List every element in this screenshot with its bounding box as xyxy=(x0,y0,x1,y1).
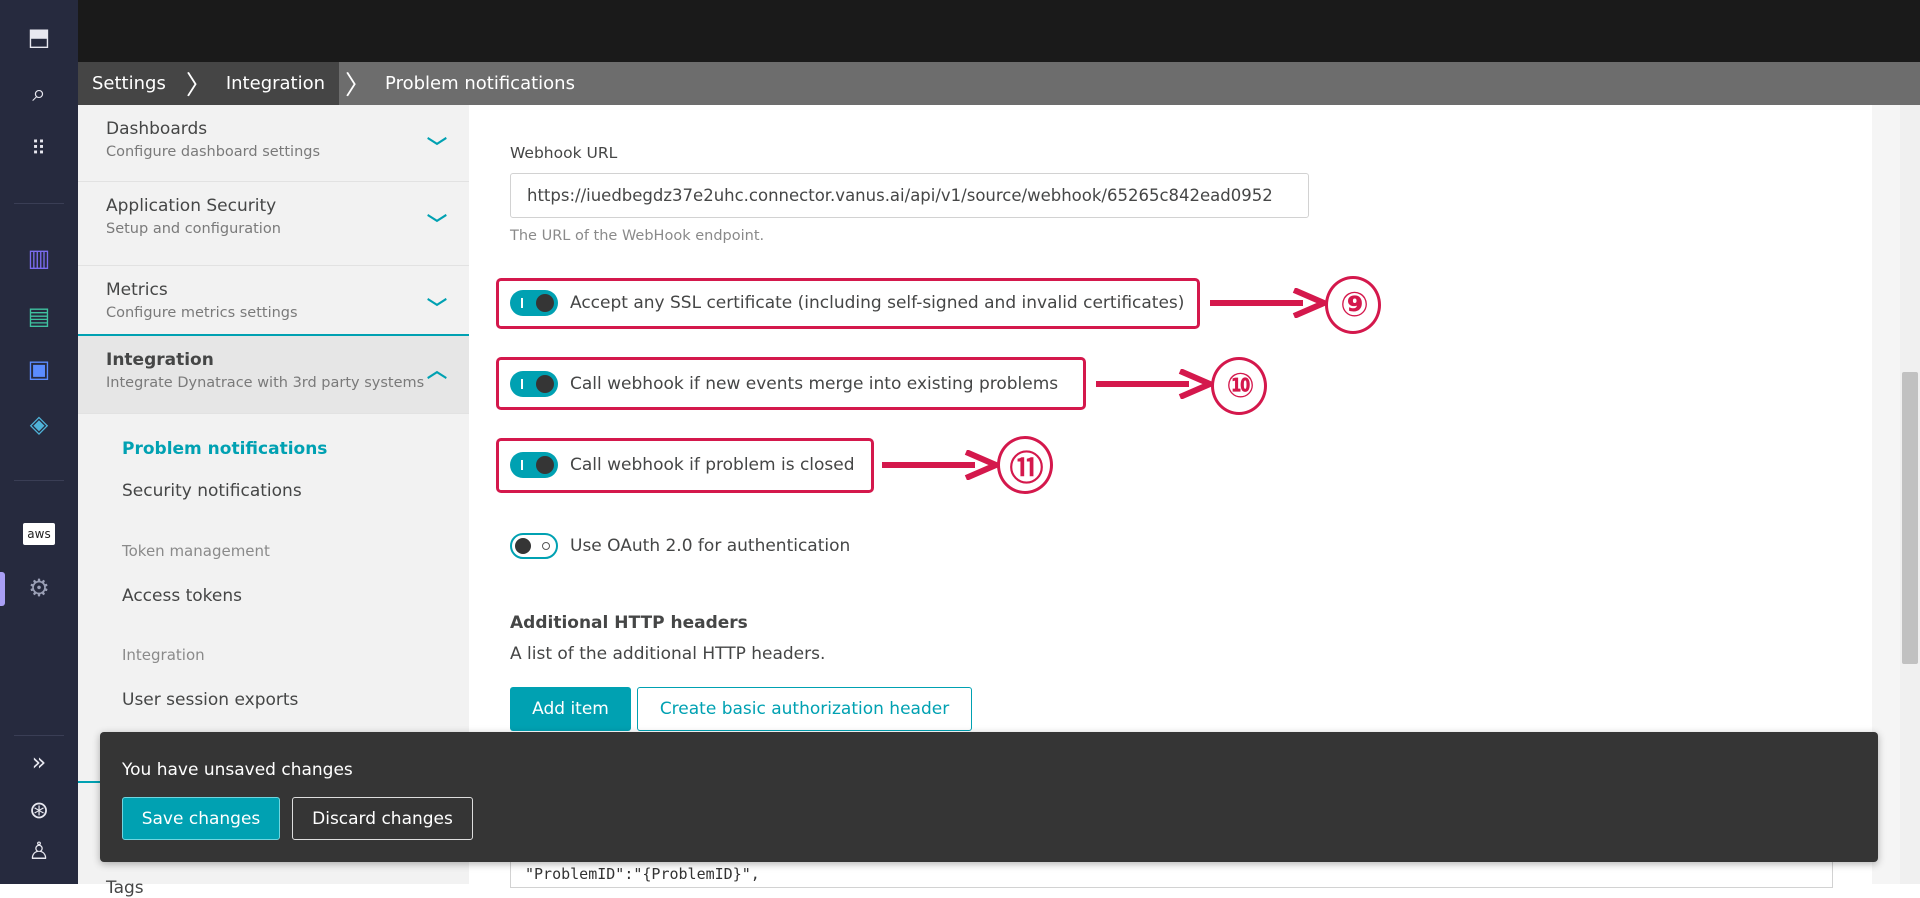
active-indicator xyxy=(0,572,5,606)
sidebar-group-integration: Integration xyxy=(122,646,205,664)
sidebar-section-dashboards[interactable]: Dashboards Configure dashboard settings ﹀ xyxy=(78,105,469,182)
code-line: "ProblemID":"{ProblemID}", xyxy=(525,865,760,883)
app-rail: ⬒ ⌕ ⠿ ▥ ▤ ▣ ◈ aws ⚙ » ⊛ ♙ xyxy=(0,0,78,884)
chevron-up-icon: ︿ xyxy=(427,358,447,382)
search-icon[interactable]: ⌕ xyxy=(19,75,59,111)
dynatrace-logo-icon[interactable]: ⬒ xyxy=(19,19,59,55)
breadcrumb-label: Integration xyxy=(225,73,326,94)
chevron-right-icon: 〉 xyxy=(345,71,372,101)
discard-changes-button[interactable]: Discard changes xyxy=(292,797,473,840)
app-icon-1[interactable]: ▥ xyxy=(19,240,59,276)
section-title: Application Security xyxy=(106,196,277,216)
help-lifebuoy-icon[interactable]: ⊛ xyxy=(19,792,59,828)
merge-events-toggle[interactable] xyxy=(510,371,558,397)
unsaved-changes-toast: You have unsaved changes Save changes Di… xyxy=(100,732,1878,862)
breadcrumb-label: Problem notifications xyxy=(385,73,575,94)
http-headers-title: Additional HTTP headers xyxy=(510,613,748,633)
scrollbar-thumb[interactable] xyxy=(1902,372,1918,664)
user-icon[interactable]: ♙ xyxy=(19,833,59,869)
sidebar-section-integration[interactable]: Integration Integrate Dynatrace with 3rd … xyxy=(78,336,469,414)
sidebar-section-application-security[interactable]: Application Security Setup and configurat… xyxy=(78,182,469,266)
aws-icon[interactable]: aws xyxy=(19,516,59,552)
breadcrumb-settings[interactable]: Settings xyxy=(78,62,180,105)
section-title: Integration xyxy=(106,350,214,370)
app-icon-4[interactable]: ◈ xyxy=(19,406,59,442)
expand-icon[interactable]: » xyxy=(19,744,59,780)
chevron-right-icon: 〉 xyxy=(185,71,212,101)
annotation-number: ⑨ xyxy=(1325,276,1381,334)
oauth-toggle[interactable] xyxy=(510,533,558,559)
toast-message: You have unsaved changes xyxy=(122,760,353,780)
merge-events-toggle-label: Call webhook if new events merge into ex… xyxy=(570,374,1059,394)
section-title: Tags xyxy=(106,878,144,898)
sidebar-section-metrics[interactable]: Metrics Configure metrics settings ﹀ xyxy=(78,266,469,336)
oauth-toggle-label: Use OAuth 2.0 for authentication xyxy=(570,536,851,556)
ssl-toggle[interactable] xyxy=(510,290,558,316)
problem-closed-toggle-label: Call webhook if problem is closed xyxy=(570,455,855,475)
apps-grid-icon[interactable]: ⠿ xyxy=(19,130,59,166)
webhook-url-label: Webhook URL xyxy=(510,144,618,162)
top-bar xyxy=(78,0,1920,62)
section-title: Dashboards xyxy=(106,119,208,139)
sidebar-group-token-management: Token management xyxy=(122,542,270,560)
divider xyxy=(14,203,64,204)
create-basic-auth-header-button[interactable]: Create basic authorization header xyxy=(637,687,972,731)
annotation-arrow-icon xyxy=(1096,369,1213,399)
annotation-number: ⑪ xyxy=(997,436,1053,494)
sidebar-item-security-notifications[interactable]: Security notifications xyxy=(122,481,302,501)
breadcrumb: Settings 〉 Integration 〉 Problem notificat… xyxy=(78,62,1920,105)
chevron-down-icon: ﹀ xyxy=(427,212,447,236)
sidebar-section-tags[interactable]: Tags xyxy=(78,870,469,898)
webhook-url-input[interactable] xyxy=(510,173,1309,218)
http-headers-description: A list of the additional HTTP headers. xyxy=(510,644,826,664)
divider xyxy=(14,735,64,736)
annotation-number: ⑩ xyxy=(1211,357,1267,415)
webhook-url-help: The URL of the WebHook endpoint. xyxy=(510,228,765,244)
app-icon-3[interactable]: ▣ xyxy=(19,351,59,387)
sidebar-item-user-session-exports[interactable]: User session exports xyxy=(122,690,298,710)
breadcrumb-integration[interactable]: 〉 Integration xyxy=(179,62,340,105)
chevron-down-icon: ﹀ xyxy=(427,135,447,159)
settings-gear-icon[interactable]: ⚙ xyxy=(19,570,59,606)
sidebar-item-problem-notifications[interactable]: Problem notifications xyxy=(122,439,327,459)
breadcrumb-problem-notifications: 〉 Problem notifications xyxy=(339,62,589,105)
section-subtitle: Setup and configuration xyxy=(106,221,281,237)
section-title: Metrics xyxy=(106,280,168,300)
problem-closed-toggle[interactable] xyxy=(510,452,558,478)
sidebar-item-access-tokens[interactable]: Access tokens xyxy=(122,586,242,606)
breadcrumb-label: Settings xyxy=(92,73,166,94)
divider xyxy=(14,480,64,481)
app-icon-2[interactable]: ▤ xyxy=(19,298,59,334)
annotation-arrow-icon xyxy=(1210,288,1327,318)
ssl-toggle-label: Accept any SSL certificate (including se… xyxy=(570,293,1185,313)
chevron-down-icon: ﹀ xyxy=(427,296,447,320)
section-subtitle: Configure dashboard settings xyxy=(106,144,321,160)
section-subtitle: Integrate Dynatrace with 3rd party syste… xyxy=(106,375,425,391)
save-changes-button[interactable]: Save changes xyxy=(122,797,280,840)
section-subtitle: Configure metrics settings xyxy=(106,305,298,321)
add-item-button[interactable]: Add item xyxy=(510,687,631,731)
annotation-arrow-icon xyxy=(882,450,999,480)
